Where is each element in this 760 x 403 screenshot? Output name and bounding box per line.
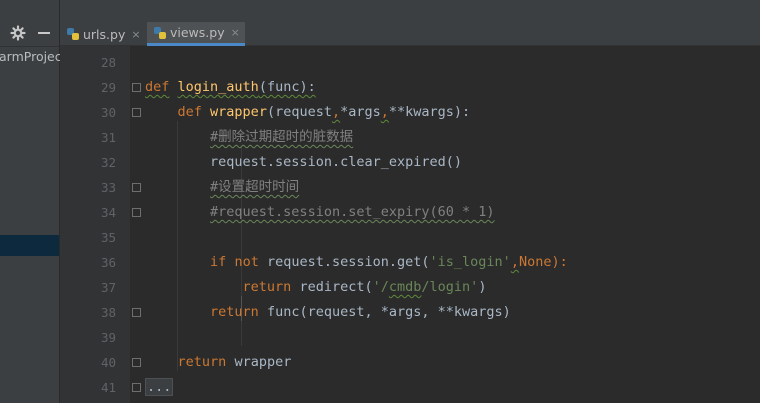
expand-fold-icon[interactable] — [132, 383, 141, 392]
python-file-icon — [154, 26, 166, 39]
line-number: 39 — [100, 330, 116, 345]
python-file-icon — [67, 28, 79, 40]
code-line-37: return redirect('/cmdb/login') — [242, 279, 487, 295]
minus-icon[interactable] — [36, 25, 52, 41]
code-line-32: request.session.clear_expired() — [210, 154, 462, 170]
line-number: 30 — [100, 105, 116, 120]
code-editor[interactable]: 28 29 30 31 32 33 34 35 36 37 38 39 40 4… — [60, 46, 760, 403]
code-line-31: #删除过期超时的脏数据 — [210, 129, 354, 145]
close-icon[interactable]: × — [131, 28, 140, 41]
line-number: 29 — [100, 80, 116, 95]
code-line-41: ... — [145, 375, 174, 400]
folded-code-placeholder[interactable]: ... — [145, 378, 174, 396]
project-toolbar — [0, 22, 60, 47]
line-number: 35 — [100, 230, 116, 245]
fold-toggle-icon[interactable] — [132, 108, 141, 117]
line-number: 33 — [100, 180, 116, 195]
code-line-29: def login_auth(func): — [145, 79, 316, 95]
tab-urls-py[interactable]: urls.py × — [60, 22, 147, 46]
line-number: 34 — [100, 205, 116, 220]
fold-toggle-icon[interactable] — [132, 83, 141, 92]
line-number: 32 — [100, 155, 116, 170]
tab-label: urls.py — [83, 26, 126, 42]
fold-toggle-icon[interactable] — [132, 183, 141, 192]
fold-toggle-icon[interactable] — [132, 358, 141, 367]
line-number: 37 — [100, 280, 116, 295]
title-strip — [60, 0, 760, 22]
tab-label: views.py — [170, 25, 225, 40]
code-line-40: return wrapper — [177, 354, 292, 370]
project-tree-root-label[interactable]: armProject — [0, 49, 67, 64]
project-panel: armProject — [0, 0, 67, 403]
code-line-34: #request.session.set_expiry(60 * 1) — [210, 204, 495, 220]
line-number: 41 — [100, 380, 116, 395]
line-number: 36 — [100, 255, 116, 270]
code-line-38: return func(request, *args, **kwargs) — [210, 304, 511, 320]
line-number: 31 — [100, 130, 116, 145]
line-number: 38 — [100, 305, 116, 320]
code-line-30: def wrapper(request,*args,**kwargs): — [177, 104, 471, 120]
line-number-gutter: 28 29 30 31 32 33 34 35 36 37 38 39 40 4… — [60, 46, 130, 403]
tab-views-py[interactable]: views.py × — [147, 22, 245, 46]
fold-toggle-icon[interactable] — [132, 308, 141, 317]
line-number: 40 — [100, 355, 116, 370]
code-line-36: if not request.session.get('is_login',No… — [210, 254, 568, 270]
line-number: 28 — [100, 55, 116, 70]
fold-toggle-icon[interactable] — [132, 208, 141, 217]
gear-icon[interactable] — [10, 25, 26, 41]
close-icon[interactable]: × — [231, 26, 240, 39]
project-tree-selected-row[interactable] — [0, 235, 59, 256]
code-line-33: #设置超时时间 — [210, 179, 300, 195]
editor-tab-bar: urls.py × views.py × — [60, 22, 760, 46]
